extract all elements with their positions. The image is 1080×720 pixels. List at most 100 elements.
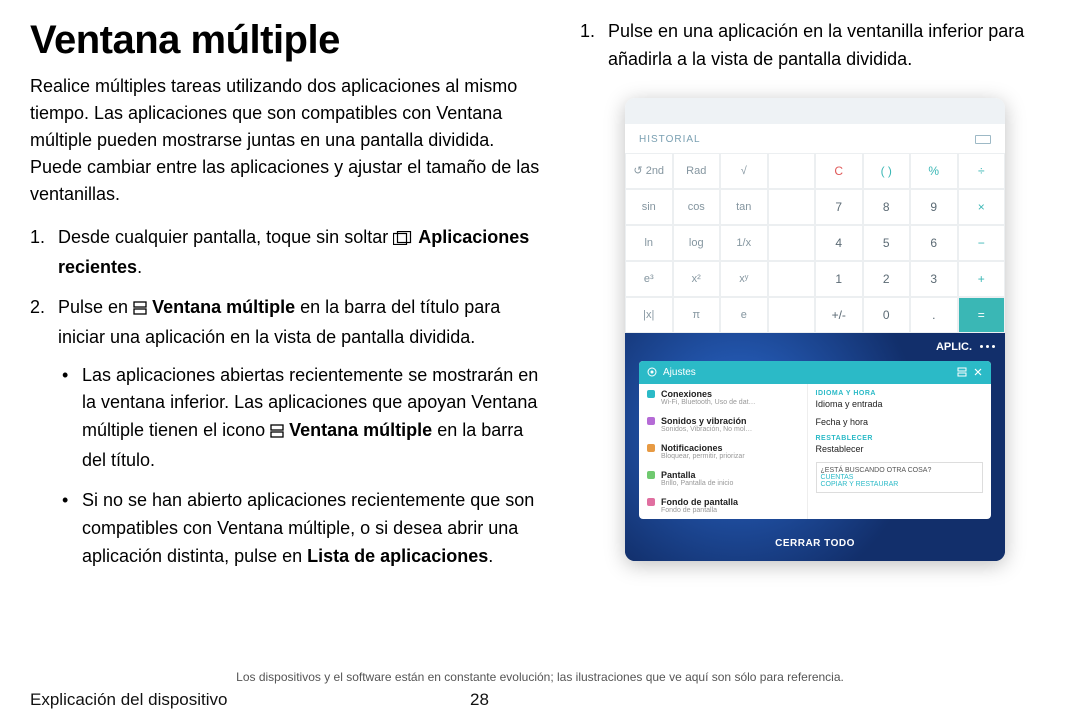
- ajustes-item-title: Pantalla: [661, 470, 733, 480]
- recents-icon: [393, 226, 413, 254]
- recents-pane: APLIC. Ajustes ConexionesWi-Fi, Bluetoot…: [625, 333, 1005, 561]
- calc-key[interactable]: 8: [863, 189, 911, 225]
- category-icon: [647, 390, 655, 398]
- calc-spacer: [768, 153, 816, 189]
- aj-fecha-hora[interactable]: Fecha y hora: [816, 417, 984, 427]
- battery-icon: [975, 135, 991, 144]
- ajustes-item-title: Conexiones: [661, 389, 756, 399]
- ajustes-title: Ajustes: [663, 367, 696, 378]
- step-1: Desde cualquier pantalla, toque sin solt…: [30, 224, 540, 282]
- ajustes-card[interactable]: Ajustes ConexionesWi-Fi, Bluetooth, Uso …: [639, 361, 991, 519]
- status-bar: [625, 98, 1005, 124]
- step-2-pre: Pulse en: [58, 297, 133, 317]
- calc-key[interactable]: ↺ 2nd: [625, 153, 673, 189]
- calc-key[interactable]: 6: [910, 225, 958, 261]
- multiwindow-icon[interactable]: [957, 367, 967, 377]
- calc-key[interactable]: ( ): [863, 153, 911, 189]
- calc-key[interactable]: +: [958, 261, 1006, 297]
- ajustes-item-sub: Sonidos, Vibración, No mol…: [661, 426, 752, 433]
- calc-key[interactable]: log: [673, 225, 721, 261]
- aj-box-a[interactable]: CUENTAS: [821, 474, 979, 481]
- calc-key[interactable]: %: [910, 153, 958, 189]
- calc-key[interactable]: 2: [863, 261, 911, 297]
- category-icon: [647, 417, 655, 425]
- calc-key[interactable]: 7: [815, 189, 863, 225]
- calc-key[interactable]: ÷: [958, 153, 1006, 189]
- multiwindow-icon: [270, 419, 284, 447]
- calc-key[interactable]: 4: [815, 225, 863, 261]
- step-2-bold: Ventana múltiple: [152, 297, 295, 317]
- page-number: 28: [470, 690, 489, 710]
- ajustes-item-title: Fondo de pantalla: [661, 497, 738, 507]
- aj-box-q: ¿ESTÁ BUSCANDO OTRA COSA?: [821, 467, 979, 474]
- calc-key[interactable]: e: [720, 297, 768, 333]
- calc-spacer: [768, 189, 816, 225]
- more-icon[interactable]: [980, 345, 995, 348]
- ajustes-item[interactable]: NotificacionesBloquear, permitir, priori…: [639, 438, 807, 465]
- calc-key[interactable]: 3: [910, 261, 958, 297]
- aplic-label[interactable]: APLIC.: [936, 341, 972, 353]
- calc-key[interactable]: |x|: [625, 297, 673, 333]
- aj-search-box: ¿ESTÁ BUSCANDO OTRA COSA? CUENTAS COPIAR…: [816, 462, 984, 493]
- calc-key[interactable]: √: [720, 153, 768, 189]
- ajustes-item-title: Sonidos y vibración: [661, 416, 752, 426]
- calc-key[interactable]: 9: [910, 189, 958, 225]
- device-screenshot: HISTORIAL ↺ 2ndRad√ C( )%÷ sincostan 789× ln…: [625, 98, 1005, 561]
- calc-key[interactable]: π: [673, 297, 721, 333]
- calc-key[interactable]: ln: [625, 225, 673, 261]
- calc-history-label: HISTORIAL: [639, 134, 701, 145]
- page-title: Ventana múltiple: [30, 18, 540, 63]
- ajustes-item[interactable]: Fondo de pantallaFondo de pantalla: [639, 492, 807, 519]
- aj-sec-idioma: IDIOMA Y HORA: [816, 390, 984, 397]
- close-all-button[interactable]: CERRAR TODO: [775, 538, 855, 549]
- s2b2-post: .: [488, 546, 493, 566]
- step-1-pre: Desde cualquier pantalla, toque sin solt…: [58, 227, 393, 247]
- calc-key[interactable]: x²: [673, 261, 721, 297]
- section-label: Explicación del dispositivo: [30, 690, 470, 710]
- calc-spacer: [768, 261, 816, 297]
- calc-key[interactable]: 5: [863, 225, 911, 261]
- calc-key[interactable]: +/-: [815, 297, 863, 333]
- calc-key[interactable]: −: [958, 225, 1006, 261]
- calc-key[interactable]: xʸ: [720, 261, 768, 297]
- calc-key[interactable]: .: [910, 297, 958, 333]
- step-2-bullet-2: Si no se han abierto aplicaciones recien…: [58, 487, 540, 571]
- ajustes-item-sub: Brillo, Pantalla de inicio: [661, 480, 733, 487]
- footnote: Los dispositivos y el software están en …: [0, 670, 1080, 684]
- calc-key[interactable]: 1: [815, 261, 863, 297]
- ajustes-item[interactable]: ConexionesWi-Fi, Bluetooth, Uso de dat…: [639, 384, 807, 411]
- aj-idioma-entrada[interactable]: Idioma y entrada: [816, 399, 984, 409]
- gear-icon: [647, 367, 657, 377]
- category-icon: [647, 498, 655, 506]
- calc-spacer: [768, 297, 816, 333]
- category-icon: [647, 444, 655, 452]
- calc-key[interactable]: 0: [863, 297, 911, 333]
- ajustes-item-sub: Wi-Fi, Bluetooth, Uso de dat…: [661, 399, 756, 406]
- calc-key[interactable]: 1/x: [720, 225, 768, 261]
- ajustes-item-sub: Fondo de pantalla: [661, 507, 738, 514]
- multiwindow-icon: [133, 296, 147, 324]
- calc-key[interactable]: sin: [625, 189, 673, 225]
- calculator-app: HISTORIAL ↺ 2ndRad√ C( )%÷ sincostan 789× ln…: [625, 124, 1005, 333]
- intro-text: Realice múltiples tareas utilizando dos …: [30, 73, 540, 208]
- calc-key[interactable]: =: [958, 297, 1006, 333]
- step-3: Pulse en una aplicación en la ventanilla…: [580, 18, 1050, 74]
- s2b2-bold: Lista de aplicaciones: [307, 546, 488, 566]
- step-2: Pulse en Ventana múltiple en la barra de…: [30, 294, 540, 571]
- calc-key[interactable]: ×: [958, 189, 1006, 225]
- step-1-post: .: [137, 257, 142, 277]
- aj-sec-restablecer: RESTABLECER: [816, 435, 984, 442]
- ajustes-item[interactable]: Sonidos y vibraciónSonidos, Vibración, N…: [639, 411, 807, 438]
- ajustes-item[interactable]: PantallaBrillo, Pantalla de inicio: [639, 465, 807, 492]
- calc-key[interactable]: e³: [625, 261, 673, 297]
- aj-box-b[interactable]: COPIAR Y RESTAURAR: [821, 481, 979, 488]
- calc-key[interactable]: C: [815, 153, 863, 189]
- calc-key[interactable]: Rad: [673, 153, 721, 189]
- calc-key[interactable]: cos: [673, 189, 721, 225]
- calc-key[interactable]: tan: [720, 189, 768, 225]
- ajustes-item-sub: Bloquear, permitir, priorizar: [661, 453, 745, 460]
- ajustes-item-title: Notificaciones: [661, 443, 745, 453]
- category-icon: [647, 471, 655, 479]
- close-icon[interactable]: [973, 367, 983, 377]
- aj-restablecer[interactable]: Restablecer: [816, 444, 984, 454]
